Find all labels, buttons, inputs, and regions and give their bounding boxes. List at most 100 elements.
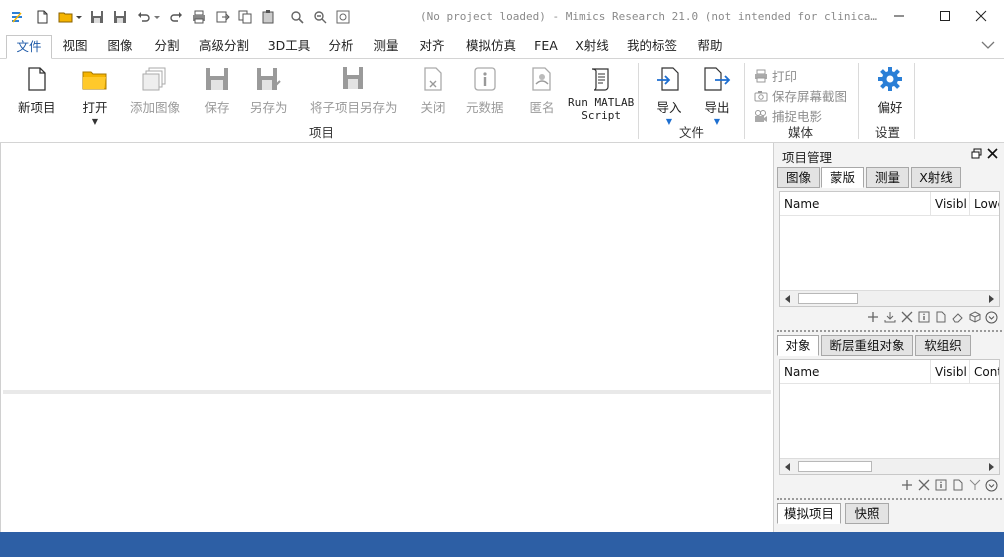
viewport-splitter[interactable] xyxy=(3,390,771,394)
open-dropdown-icon[interactable] xyxy=(74,8,84,26)
open-folder-icon[interactable] xyxy=(57,8,75,26)
objects-horizontal-scrollbar[interactable] xyxy=(780,458,999,474)
tab-measure[interactable]: 测量 xyxy=(367,35,405,59)
tab-file[interactable]: 文件 xyxy=(6,35,52,59)
scroll-right-icon[interactable] xyxy=(983,459,999,474)
export-icon[interactable] xyxy=(213,8,231,26)
cube-icon[interactable] xyxy=(966,309,983,325)
delete-icon[interactable] xyxy=(915,477,932,493)
save-subproject-as-button[interactable]: 将子项目另存为 xyxy=(310,65,398,116)
add-images-icon xyxy=(140,65,170,93)
column-lower[interactable]: Lowe xyxy=(970,192,999,216)
eraser-icon[interactable] xyxy=(949,309,966,325)
info-icon[interactable] xyxy=(932,477,949,493)
preferences-label: 偏好 xyxy=(877,100,903,115)
add-images-button[interactable]: 添加图像 xyxy=(130,65,180,116)
tab-simulation-objects[interactable]: 模拟项目 xyxy=(777,503,841,524)
print-icon[interactable] xyxy=(190,8,208,26)
close-panel-icon[interactable] xyxy=(987,148,998,162)
close-project-button[interactable]: 关闭 xyxy=(418,65,448,116)
import-button[interactable]: 导入 ▼ xyxy=(654,65,684,126)
panel-splitter[interactable] xyxy=(777,498,1002,500)
scroll-left-icon[interactable] xyxy=(780,459,796,474)
tab-images[interactable]: 图像 xyxy=(777,167,820,188)
tab-snapshots[interactable]: 快照 xyxy=(845,503,889,524)
info-icon xyxy=(470,65,500,93)
tab-3d-tools[interactable]: 3D工具 xyxy=(264,35,314,59)
document-icon[interactable] xyxy=(932,309,949,325)
column-visible[interactable]: Visibl xyxy=(931,360,970,384)
add-icon[interactable] xyxy=(898,477,915,493)
undo-dropdown-icon[interactable] xyxy=(152,8,162,26)
tab-my-tags[interactable]: 我的标签 xyxy=(622,35,682,59)
info-icon[interactable] xyxy=(915,309,932,325)
float-panel-icon[interactable] xyxy=(971,148,982,162)
tab-advanced-segment[interactable]: 高级分割 xyxy=(194,35,254,59)
document-icon[interactable] xyxy=(949,477,966,493)
tab-reslice-objects[interactable]: 断层重组对象 xyxy=(821,335,913,356)
column-name[interactable]: Name xyxy=(780,192,931,216)
open-button[interactable]: 打开 ▼ xyxy=(80,65,110,126)
tab-view[interactable]: 视图 xyxy=(56,35,94,59)
copy-icon[interactable] xyxy=(236,8,254,26)
close-project-label: 关闭 xyxy=(420,100,446,115)
save-button[interactable]: 保存 xyxy=(202,65,232,116)
scroll-left-icon[interactable] xyxy=(780,291,796,306)
zoom-icon[interactable] xyxy=(288,8,306,26)
download-icon[interactable] xyxy=(881,309,898,325)
masks-horizontal-scrollbar[interactable] xyxy=(780,290,999,306)
zoom-out-icon[interactable] xyxy=(311,8,329,26)
scroll-thumb[interactable] xyxy=(798,461,872,472)
close-document-icon xyxy=(418,65,448,93)
open-dropdown-icon[interactable]: ▼ xyxy=(92,118,98,126)
tab-fea[interactable]: FEA xyxy=(530,35,562,59)
print-button[interactable]: 打印 xyxy=(754,66,797,85)
scroll-thumb[interactable] xyxy=(798,293,858,304)
metadata-button[interactable]: 元数据 xyxy=(466,65,504,116)
run-matlab-button[interactable]: Run MATLAB Script xyxy=(568,65,634,122)
tab-soft-tissue[interactable]: 软组织 xyxy=(915,335,971,356)
delete-icon[interactable] xyxy=(898,309,915,325)
minimize-button[interactable] xyxy=(876,0,922,32)
tab-image[interactable]: 图像 xyxy=(101,35,139,59)
fit-icon[interactable] xyxy=(334,8,352,26)
save-icon[interactable] xyxy=(88,8,106,26)
column-contour[interactable]: Cont xyxy=(970,360,999,384)
new-icon[interactable] xyxy=(33,8,51,26)
more-options-icon[interactable] xyxy=(983,477,1000,493)
title-bar: (No project loaded) - Mimics Research 21… xyxy=(0,0,1004,34)
save-screenshot-button[interactable]: 保存屏幕截图 xyxy=(754,86,847,105)
save-as-icon[interactable] xyxy=(111,8,129,26)
export-button[interactable]: 导出 ▼ xyxy=(702,65,732,126)
tab-simulation[interactable]: 模拟仿真 xyxy=(460,35,522,59)
filter-icon[interactable] xyxy=(966,477,983,493)
tab-xray[interactable]: X射线 xyxy=(570,35,614,59)
tab-xray-panel[interactable]: X射线 xyxy=(911,167,961,188)
tab-help[interactable]: 帮助 xyxy=(690,35,730,59)
tab-objects[interactable]: 对象 xyxy=(777,335,819,356)
undo-icon[interactable] xyxy=(135,8,153,26)
scroll-right-icon[interactable] xyxy=(983,291,999,306)
paste-icon[interactable] xyxy=(259,8,277,26)
preferences-button[interactable]: 偏好 xyxy=(875,65,905,116)
group-label-settings: 设置 xyxy=(875,125,901,140)
export-dropdown-icon[interactable]: ▼ xyxy=(714,118,720,126)
add-icon[interactable] xyxy=(864,309,881,325)
import-dropdown-icon[interactable]: ▼ xyxy=(666,118,672,126)
tab-measurements[interactable]: 测量 xyxy=(866,167,909,188)
panel-splitter[interactable] xyxy=(777,330,1002,332)
column-visible[interactable]: Visibl xyxy=(931,192,970,216)
anonymize-button[interactable]: 匿名 xyxy=(527,65,557,116)
tab-align[interactable]: 对齐 xyxy=(413,35,451,59)
tab-masks[interactable]: 蒙版 xyxy=(821,167,864,188)
save-as-button[interactable]: 另存为 xyxy=(250,65,288,116)
group-label-project: 项目 xyxy=(309,125,335,140)
close-window-button[interactable] xyxy=(958,0,1004,32)
ribbon-collapse-icon[interactable] xyxy=(980,38,996,55)
more-options-icon[interactable] xyxy=(983,309,1000,325)
tab-analysis[interactable]: 分析 xyxy=(322,35,360,59)
column-name[interactable]: Name xyxy=(780,360,931,384)
tab-segment[interactable]: 分割 xyxy=(148,35,186,59)
redo-icon[interactable] xyxy=(167,8,185,26)
new-project-button[interactable]: 新项目 xyxy=(18,65,56,116)
